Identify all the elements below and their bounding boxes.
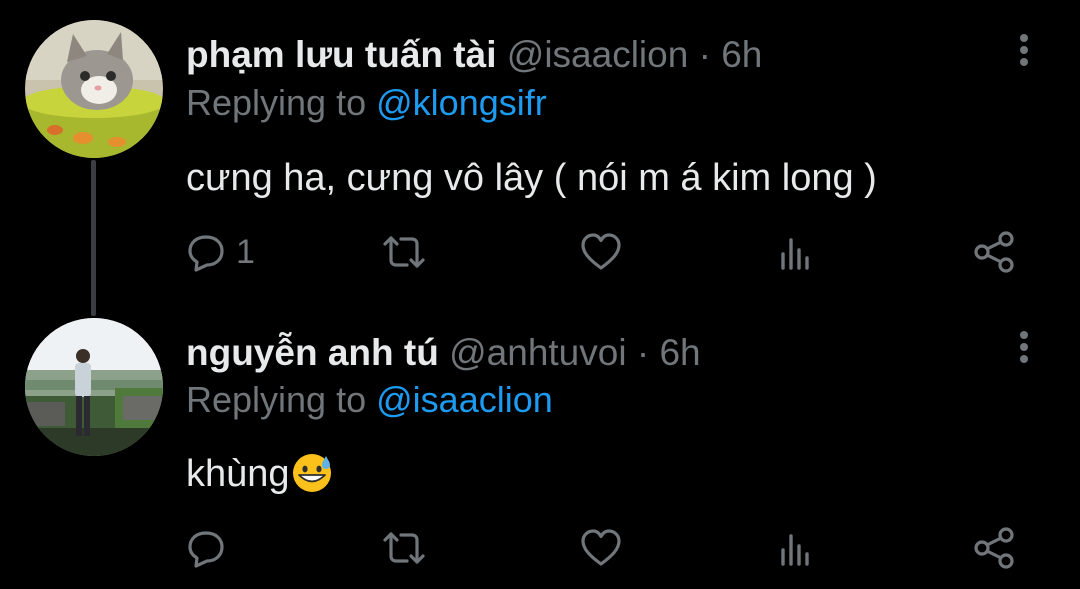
- replying-to: Replying to @isaaclion: [186, 379, 553, 421]
- views-button[interactable]: [777, 230, 813, 274]
- person-landscape-avatar-icon: [25, 318, 163, 456]
- kitten-avatar-icon: [25, 20, 163, 158]
- like-button[interactable]: [580, 230, 622, 274]
- views-icon: [781, 534, 809, 566]
- like-icon: [581, 529, 621, 566]
- views-button[interactable]: [777, 526, 813, 570]
- display-name[interactable]: phạm lưu tuấn tài: [186, 34, 496, 75]
- reply-button[interactable]: 1: [186, 230, 255, 274]
- separator: ·: [698, 34, 711, 75]
- replying-to-mention[interactable]: @klongsifr: [376, 82, 547, 123]
- replying-to-mention[interactable]: @isaaclion: [376, 379, 553, 420]
- replying-to-label: Replying to: [186, 82, 367, 123]
- user-handle[interactable]: @anhtuvoi: [449, 332, 626, 373]
- display-name[interactable]: nguyễn anh tú: [186, 332, 439, 373]
- user-handle[interactable]: @isaaclion: [507, 34, 689, 75]
- like-icon: [581, 233, 621, 270]
- more-icon: [1020, 331, 1028, 363]
- replying-to-label: Replying to: [186, 379, 367, 420]
- tweet-header: phạm lưu tuấn tài @isaaclion · 6h: [186, 33, 762, 77]
- reply-icon: [188, 531, 224, 568]
- retweet-button[interactable]: [381, 230, 427, 274]
- share-icon: [974, 527, 1014, 569]
- retweet-icon: [383, 236, 425, 268]
- grinning-face-with-sweat-emoji-icon: [292, 454, 331, 492]
- timestamp[interactable]: 6h: [721, 34, 762, 75]
- replying-to: Replying to @klongsifr: [186, 82, 547, 124]
- like-button[interactable]: [580, 526, 622, 570]
- reply-count: 1: [236, 233, 255, 271]
- tweet-header: nguyễn anh tú @anhtuvoi · 6h: [186, 331, 701, 375]
- reply-button[interactable]: [186, 526, 236, 570]
- views-icon: [781, 238, 809, 270]
- timestamp[interactable]: 6h: [659, 332, 700, 373]
- share-button[interactable]: [972, 230, 1016, 274]
- separator: ·: [636, 332, 650, 373]
- share-icon: [974, 231, 1014, 273]
- more-options-button[interactable]: [1008, 327, 1040, 367]
- tweet-text: cưng ha, cưng vô lây ( nói m á kim long …: [186, 157, 877, 199]
- more-icon: [1020, 34, 1028, 66]
- tweet[interactable]: nguyễn anh tú @anhtuvoi · 6h Replying to…: [0, 300, 1080, 589]
- more-options-button[interactable]: [1008, 30, 1040, 70]
- tweet-text: khùng: [186, 453, 290, 495]
- tweet[interactable]: phạm lưu tuấn tài @isaaclion · 6h Replyi…: [0, 0, 1080, 300]
- retweet-button[interactable]: [381, 526, 427, 570]
- tweet-text-container: khùng: [186, 450, 334, 496]
- share-button[interactable]: [972, 526, 1016, 570]
- reply-icon: [188, 235, 224, 272]
- avatar[interactable]: [25, 20, 163, 158]
- retweet-icon: [383, 532, 425, 564]
- avatar[interactable]: [25, 318, 163, 456]
